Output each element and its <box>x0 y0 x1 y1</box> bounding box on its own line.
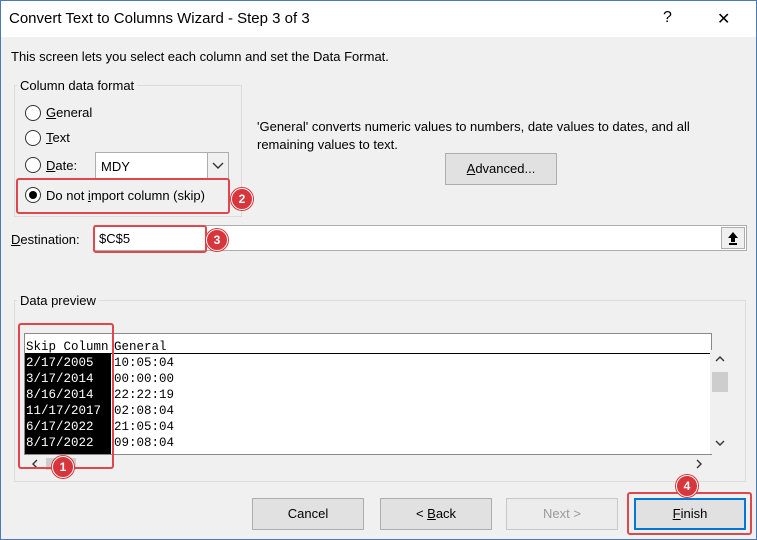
help-button[interactable]: ? <box>663 9 672 27</box>
destination-label: Destination: <box>11 232 80 247</box>
text-radio[interactable] <box>25 130 41 146</box>
date-label[interactable]: Date: <box>46 158 77 173</box>
format-description: 'General' converts numeric values to num… <box>257 118 690 154</box>
advanced-button[interactable]: Advanced... <box>445 153 557 185</box>
annotation-badge-4: 4 <box>676 475 698 497</box>
description-line-2: remaining values to text. <box>257 137 398 152</box>
annotation-box-2 <box>16 178 230 214</box>
chevron-down-icon[interactable] <box>207 153 228 179</box>
data-preview-legend: Data preview <box>17 293 99 308</box>
annotation-box-3 <box>93 225 207 253</box>
annotation-badge-2: 2 <box>231 188 253 210</box>
dialog-title: Convert Text to Columns Wizard - Step 3 … <box>9 10 310 27</box>
next-button[interactable]: Next > <box>506 498 618 530</box>
annotation-badge-3: 3 <box>206 229 228 251</box>
annotation-box-1 <box>18 323 114 469</box>
scroll-down-icon[interactable] <box>710 436 730 453</box>
general-label[interactable]: General <box>46 105 92 120</box>
annotation-box-4 <box>627 492 752 535</box>
close-button[interactable]: ✕ <box>717 9 730 29</box>
date-radio[interactable] <box>25 157 41 173</box>
back-button[interactable]: < Back <box>380 498 492 530</box>
preview-header-row: Skip Column General <box>25 340 711 354</box>
text-label[interactable]: Text <box>46 130 70 145</box>
date-format-select[interactable]: MDY <box>95 152 229 180</box>
general-radio[interactable] <box>25 105 41 121</box>
description-line-1: 'General' converts numeric values to num… <box>257 119 690 134</box>
intro-text: This screen lets you select each column … <box>11 49 389 64</box>
date-format-value: MDY <box>101 159 130 174</box>
scroll-right-icon[interactable] <box>692 457 706 474</box>
horizontal-scrollbar[interactable] <box>24 455 710 473</box>
column-format-legend: Column data format <box>17 78 138 93</box>
scroll-up-icon[interactable] <box>710 352 730 369</box>
preview-header-general: General <box>114 340 167 354</box>
title-bar: Convert Text to Columns Wizard - Step 3 … <box>1 1 756 37</box>
vertical-scrollbar[interactable] <box>710 350 730 454</box>
annotation-badge-1: 1 <box>52 456 74 478</box>
data-preview-grid[interactable]: Skip Column General 2/17/2005 10:05:04 3/… <box>24 333 712 455</box>
scroll-thumb[interactable] <box>712 372 728 392</box>
wizard-dialog: Convert Text to Columns Wizard - Step 3 … <box>0 0 757 540</box>
cancel-button[interactable]: Cancel <box>252 498 364 530</box>
collapse-dialog-icon[interactable] <box>721 227 745 249</box>
